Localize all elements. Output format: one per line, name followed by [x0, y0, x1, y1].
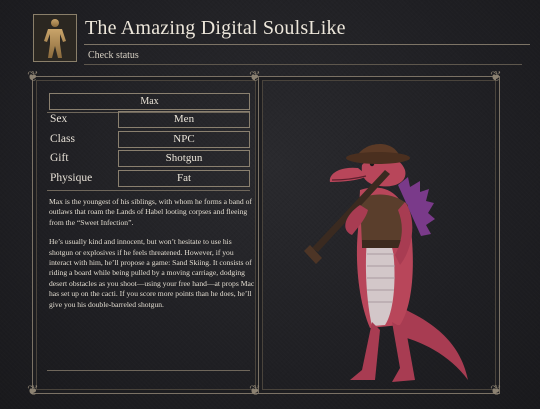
corner-ornament-icon: ❦	[27, 69, 39, 85]
character-illustration	[304, 143, 468, 382]
stat-label-sex: Sex	[50, 113, 68, 125]
stat-label-physique: Physique	[50, 172, 93, 184]
character-name: Max	[49, 93, 250, 110]
stat-value-sex: Men	[118, 111, 250, 128]
header-divider	[84, 44, 530, 45]
corner-ornament-icon: ❦	[27, 383, 39, 399]
status-screen: The Amazing Digital SoulsLike Check stat…	[0, 0, 540, 409]
description-paragraph: He’s usually kind and innocent, but won’…	[49, 237, 255, 309]
corner-ornament-icon: ❦	[249, 69, 261, 85]
stat-value-gift: Shotgun	[118, 150, 250, 167]
stat-label-class: Class	[50, 133, 75, 145]
body-silhouette-icon	[33, 14, 77, 62]
stat-value-class: NPC	[118, 131, 250, 148]
page-title: The Amazing Digital SoulsLike	[85, 17, 346, 39]
corner-ornament-icon: ❦	[490, 383, 502, 399]
stat-value-physique: Fat	[118, 170, 250, 187]
stat-label-gift: Gift	[50, 152, 69, 164]
subtitle: Check status	[88, 50, 139, 61]
divider	[47, 370, 250, 371]
subtitle-divider	[84, 64, 522, 65]
divider	[47, 190, 250, 191]
character-description: Max is the youngest of his siblings, wit…	[49, 197, 257, 319]
corner-ornament-icon: ❦	[490, 69, 502, 85]
corner-ornament-icon: ❦	[249, 383, 261, 399]
description-paragraph: Max is the youngest of his siblings, wit…	[49, 197, 252, 227]
